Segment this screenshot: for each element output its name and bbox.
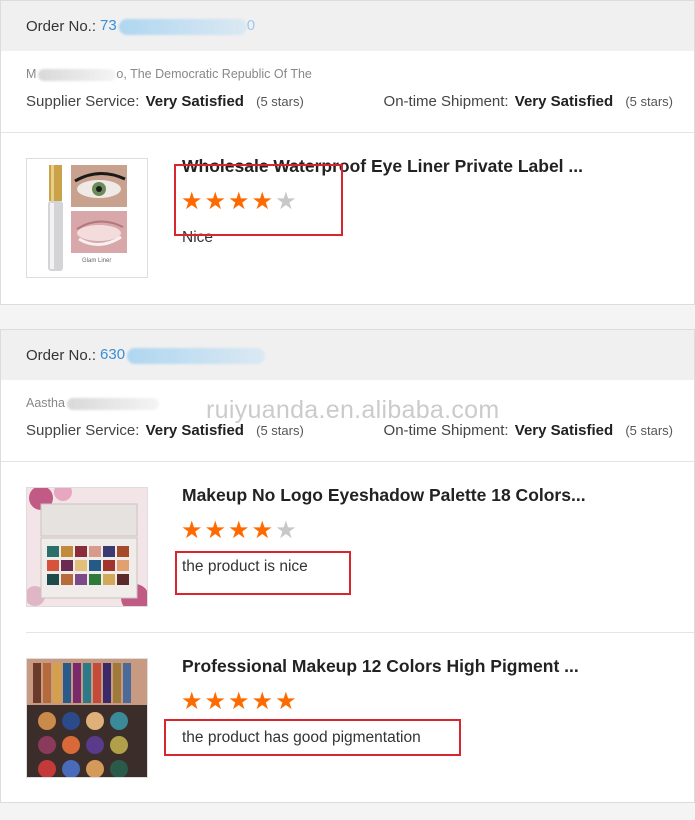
order-header: Order No.: 630 [1,330,694,380]
highlight-box [174,164,343,236]
product-image-eyeshadow-palette[interactable] [26,487,148,607]
order-card-1: Order No.: 73 0 Mo, The Democratic Republ… [0,0,695,305]
highlight-box [175,551,351,595]
order-info: Mo, The Democratic Republic Of The Suppl… [1,51,694,133]
product-item: Glam Liner Wholesale Waterproof Eye Line… [1,133,694,303]
watermark: ruiyuanda.en.alibaba.com [206,396,500,424]
product-title[interactable]: Makeup No Logo Eyeshadow Palette 18 Colo… [182,485,586,506]
buyer-location: Mo, The Democratic Republic Of The [26,67,312,81]
product-rating-stars: ★ ★ ★ ★ ★ [181,519,297,543]
svg-text:Glam Liner: Glam Liner [82,258,111,264]
order-no-link[interactable]: 630 [100,346,266,364]
highlight-box [164,719,461,756]
star-filled-icon: ★ [181,688,203,715]
order-card-2: Order No.: 630 Aastha Supplier Service: … [0,329,695,803]
product-title[interactable]: Professional Makeup 12 Colors High Pigme… [182,656,579,677]
order-no-label: Order No.: [26,17,97,35]
supplier-service-rating: Supplier Service: Very Satisfied (5 star… [26,93,304,110]
star-filled-icon: ★ [251,688,274,715]
order-header: Order No.: 73 0 [1,1,694,51]
star-filled-icon: ★ [228,688,250,715]
product-image-eyeliner[interactable]: Glam Liner [26,158,148,278]
star-filled-icon: ★ [204,688,227,715]
star-filled-icon: ★ [228,517,250,544]
star-empty-icon: ★ [275,517,297,544]
product-rating-stars: ★ ★ ★ ★ ★ [181,690,297,714]
star-filled-icon: ★ [204,517,227,544]
star-filled-icon: ★ [275,688,297,715]
product-image-pigment-palette[interactable] [26,658,148,778]
star-filled-icon: ★ [251,517,274,544]
product-item: Makeup No Logo Eyeshadow Palette 18 Colo… [1,462,694,632]
shipment-rating: On-time Shipment: Very Satisfied (5 star… [383,93,673,110]
order-no-link[interactable]: 73 0 [100,17,255,35]
star-filled-icon: ★ [181,517,203,544]
product-item: Professional Makeup 12 Colors High Pigme… [26,632,694,802]
order-no-label: Order No.: [26,346,97,364]
